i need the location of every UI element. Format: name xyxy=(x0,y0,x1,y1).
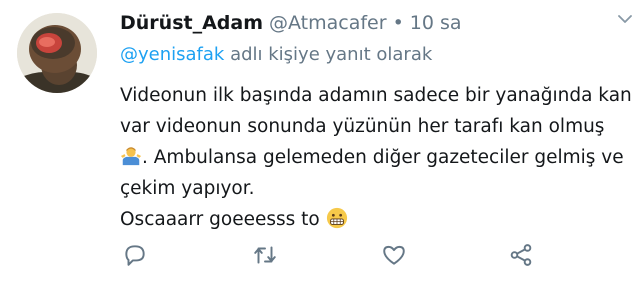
avatar[interactable] xyxy=(17,13,97,93)
display-name[interactable]: Dürüst_Adam xyxy=(120,12,263,34)
chevron-down-icon[interactable] xyxy=(618,15,632,23)
share-icon xyxy=(510,244,532,266)
reply-icon xyxy=(125,245,145,266)
tweet-text-line-5: Oscaaarr goeeesss to xyxy=(120,204,620,235)
tweet-body: Videonun ilk başında adamın sadece bir y… xyxy=(120,80,632,235)
like-button[interactable] xyxy=(379,240,409,270)
tweet-text-line-3: . Ambulansa gelemeden diğer gazeteciler … xyxy=(120,142,624,173)
user-handle[interactable]: @Atmacafer xyxy=(269,12,387,34)
reply-context: @yenisafak adlı kişiye yanıt olarak xyxy=(120,44,620,72)
tweet-text-line-1: Videonun ilk başında adamın sadece bir y… xyxy=(120,85,632,106)
share-button[interactable] xyxy=(506,240,536,270)
avatar-image xyxy=(17,13,97,93)
tweet-header: Dürüst_Adam @Atmacafer • 10 sa xyxy=(120,12,620,42)
tweet-text-line-5-text: Oscaaarr goeeesss to xyxy=(120,209,326,230)
tweet-actions xyxy=(120,240,540,270)
grimacing-face-emoji xyxy=(326,207,347,229)
retweet-icon xyxy=(254,246,276,264)
tweet-content: Dürüst_Adam @Atmacafer • 10 sa @yenisafa… xyxy=(120,12,632,235)
retweet-button[interactable] xyxy=(250,240,280,270)
tweet-text-line-4: çekim yapıyor. xyxy=(120,178,255,199)
reply-button[interactable] xyxy=(120,240,150,270)
reply-context-text: adlı kişiye yanıt olarak xyxy=(224,44,433,65)
heart-icon xyxy=(383,245,405,265)
tweet-text-line-2: var videonun sonunda yüzünün her tarafı … xyxy=(120,116,605,137)
separator-dot: • xyxy=(392,12,404,34)
timestamp[interactable]: 10 sa xyxy=(410,12,462,34)
tweet-text-line-3-text: . Ambulansa gelemeden diğer gazeteciler … xyxy=(142,147,624,168)
man-shrugging-emoji xyxy=(120,147,142,166)
reply-to-mention[interactable]: @yenisafak xyxy=(120,44,224,65)
